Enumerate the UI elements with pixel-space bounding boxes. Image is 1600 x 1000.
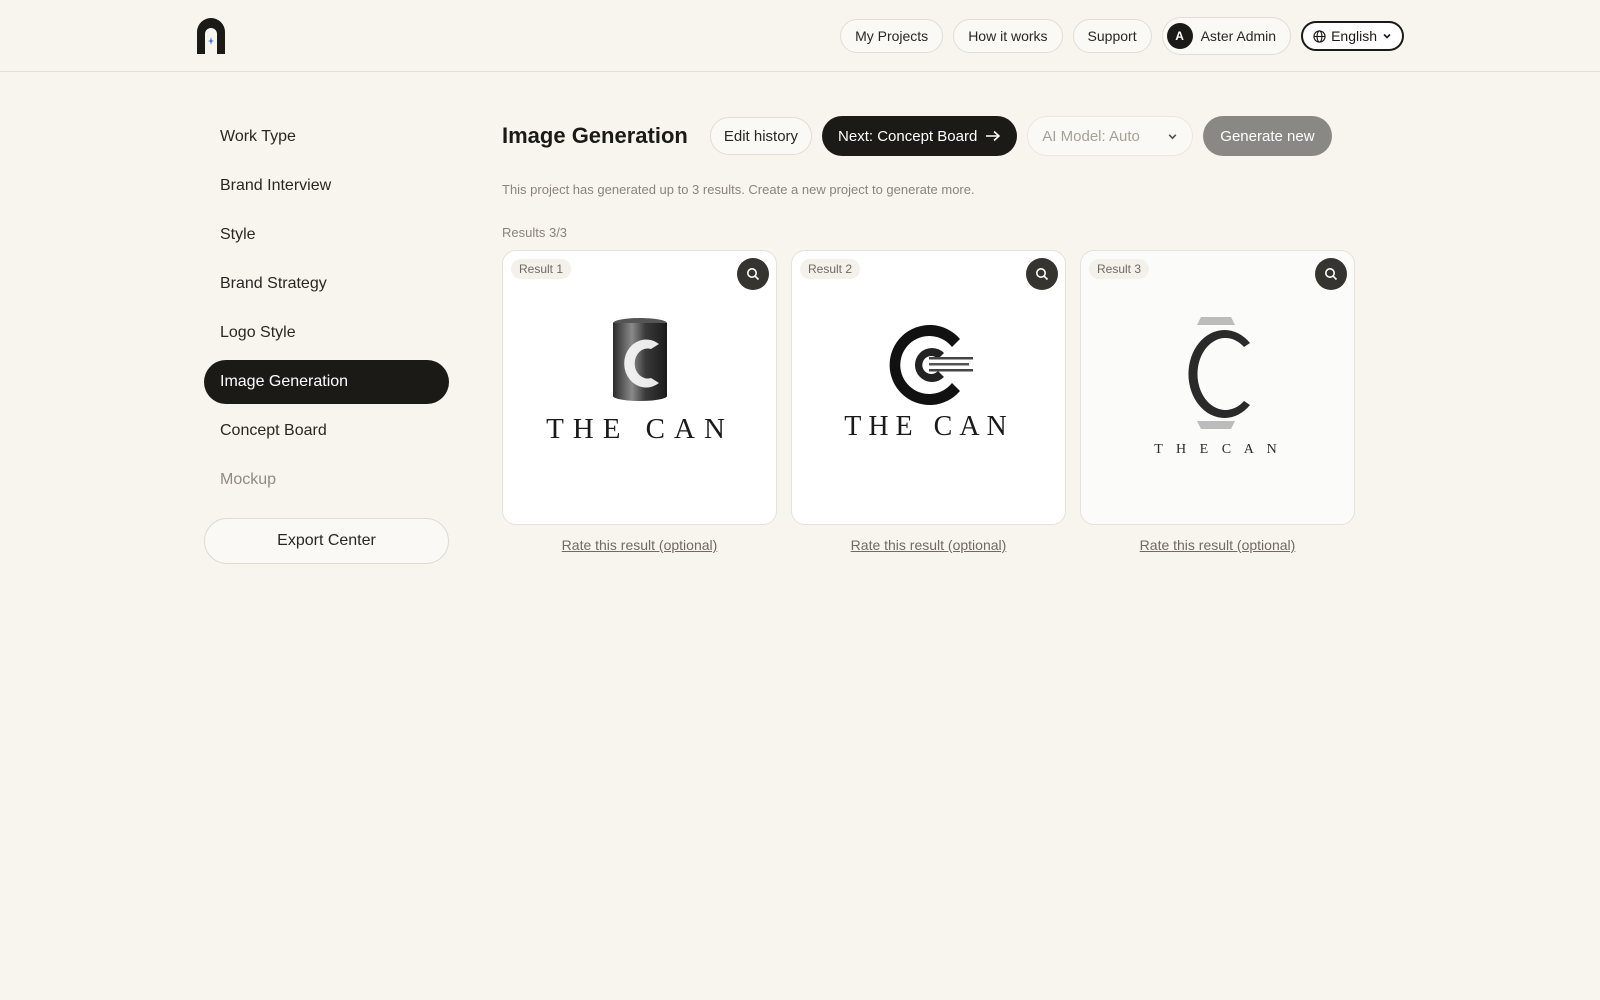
edit-history-button[interactable]: Edit history (709, 117, 813, 155)
top-bar: My Projects How it works Support A Aster… (0, 0, 1600, 72)
logo-result-image: THE CAN (546, 318, 734, 445)
result-card[interactable]: THE CAN Result 1 (502, 250, 777, 525)
language-select[interactable]: English (1301, 21, 1404, 51)
avatar: A (1166, 23, 1193, 49)
search-icon (1036, 268, 1049, 281)
zoom-button[interactable] (737, 258, 769, 290)
zoom-button[interactable] (1026, 258, 1058, 290)
logo-result-image: THE CAN (844, 325, 1014, 442)
arch-sparkle-logo[interactable] (195, 18, 227, 54)
result-badge: Result 3 (1089, 259, 1150, 279)
sidebar-item-image-generation[interactable]: Image Generation (204, 360, 449, 404)
toolbar: Image Generation Edit history Next: Conc… (502, 116, 1356, 156)
result-card-wrapper: THE CAN Result 1 Rate this result (optio… (502, 250, 777, 553)
user-name: Aster Admin (1200, 28, 1277, 44)
results-count: Results 3/3 (502, 225, 568, 240)
page-title: Image Generation (502, 123, 688, 148)
search-icon (747, 268, 760, 281)
top-nav: My Projects How it works Support A Aster… (840, 17, 1404, 55)
generation-limit-notice: This project has generated up to 3 resul… (502, 182, 975, 197)
next-concept-board-button[interactable]: Next: Concept Board (822, 116, 1018, 156)
sidebar-item-style[interactable]: Style (204, 213, 449, 257)
result-card-wrapper: THE CAN Result 2 Rate this result (optio… (791, 250, 1066, 553)
result-badge: Result 2 (800, 259, 861, 279)
nav-how-it-works[interactable]: How it works (953, 19, 1063, 53)
rate-result-link[interactable]: Rate this result (optional) (502, 537, 777, 553)
nav-support[interactable]: Support (1072, 19, 1152, 53)
sidebar-item-mockup[interactable]: Mockup (204, 458, 449, 502)
zoom-button[interactable] (1315, 258, 1347, 290)
result-wordmark: THE CAN (546, 413, 734, 445)
rate-result-link[interactable]: Rate this result (optional) (791, 537, 1066, 553)
globe-icon (1313, 29, 1326, 43)
arrow-right-icon (986, 130, 1001, 142)
chevron-down-icon (1168, 133, 1177, 139)
result-card[interactable]: THE CAN Result 2 (791, 250, 1066, 525)
result-wordmark: THE CAN (844, 411, 1014, 442)
sidebar-item-concept-board[interactable]: Concept Board (204, 409, 449, 453)
ai-model-value: AI Model: Auto (1042, 127, 1140, 145)
sidebar-item-work-type[interactable]: Work Type (204, 115, 449, 159)
next-button-label: Next: Concept Board (838, 127, 978, 145)
nav-my-projects[interactable]: My Projects (840, 19, 944, 53)
sidebar-item-brand-strategy[interactable]: Brand Strategy (204, 262, 449, 306)
sidebar-item-brand-interview[interactable]: Brand Interview (204, 164, 449, 208)
result-card-wrapper: T H E C A N Result 3 Rate this result (o… (1080, 250, 1355, 553)
generate-new-button[interactable]: Generate new (1203, 116, 1332, 156)
main-content: Image Generation Edit history Next: Conc… (502, 116, 1356, 553)
step-sidebar: Work Type Brand Interview Style Brand St… (204, 115, 449, 564)
ai-model-select[interactable]: AI Model: Auto (1027, 116, 1194, 156)
result-badge: Result 1 (511, 259, 572, 279)
user-menu[interactable]: A Aster Admin (1161, 17, 1292, 55)
sidebar-item-logo-style[interactable]: Logo Style (204, 311, 449, 355)
logo-result-image: T H E C A N (1154, 317, 1281, 457)
chevron-down-icon (1383, 33, 1391, 39)
language-label: English (1331, 28, 1377, 44)
results-grid: THE CAN Result 1 Rate this result (optio… (502, 250, 1356, 553)
result-wordmark: T H E C A N (1154, 442, 1281, 457)
export-center-button[interactable]: Export Center (204, 518, 449, 564)
rate-result-link[interactable]: Rate this result (optional) (1080, 537, 1355, 553)
search-icon (1325, 268, 1338, 281)
result-card[interactable]: T H E C A N Result 3 (1080, 250, 1355, 525)
